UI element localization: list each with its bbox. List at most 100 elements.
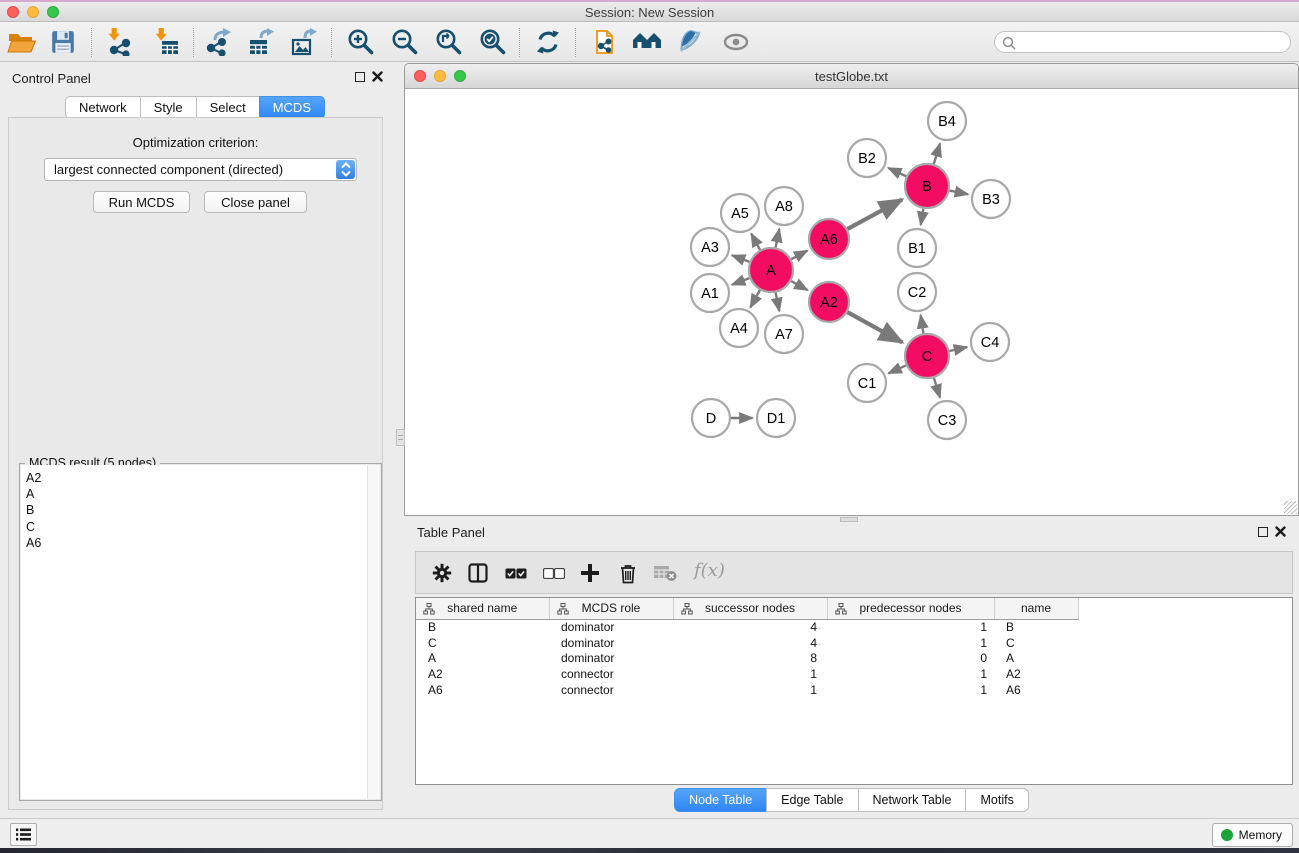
show-hide-graphics-details-button[interactable] <box>672 24 708 60</box>
graph-edge-B-B2[interactable] <box>888 168 906 176</box>
result-list-item[interactable]: A6 <box>21 535 380 551</box>
hide-selected-button[interactable] <box>718 24 754 60</box>
graph-edge-A-A3[interactable] <box>732 255 750 262</box>
function-builder-button[interactable]: f(x) <box>694 560 725 581</box>
graph-edge-A-A5[interactable] <box>751 234 760 250</box>
graph-edge-A2-C[interactable] <box>847 312 902 342</box>
graph-edge-C-C3[interactable] <box>934 378 940 398</box>
graph-edge-A-A1[interactable] <box>732 278 750 285</box>
network-canvas[interactable]: AA1A2A3A4A5A6A7A8BB1B2B3B4CC1C2C3C4DD1 <box>405 89 1298 515</box>
graph-edge-A-A7[interactable] <box>776 293 780 312</box>
open-session-button[interactable] <box>4 24 40 60</box>
graph-edge-A-A6[interactable] <box>791 251 807 260</box>
table-cell[interactable]: 1 <box>673 666 827 682</box>
save-session-button[interactable] <box>45 24 81 60</box>
column-header-predecessor-nodes[interactable]: predecessor nodes <box>827 598 994 619</box>
export-table-button[interactable] <box>243 24 279 60</box>
close-panel-icon[interactable] <box>372 71 383 82</box>
graph-edge-B-B3[interactable] <box>950 191 969 195</box>
close-panel-button[interactable]: Close panel <box>204 191 307 213</box>
delete-table-button[interactable] <box>649 557 681 589</box>
table-cell[interactable]: 1 <box>827 635 994 651</box>
tab-edge-table[interactable]: Edge Table <box>766 788 858 812</box>
float-panel-icon[interactable] <box>1258 527 1268 537</box>
graph-edge-A-A2[interactable] <box>791 281 807 290</box>
optimization-criterion-select[interactable]: largest connected component (directed) <box>44 158 357 181</box>
new-network-from-selection-button[interactable] <box>588 24 624 60</box>
window-resize-grip[interactable] <box>1284 501 1297 514</box>
graph-node-C[interactable]: C <box>905 334 949 378</box>
table-cell[interactable]: C <box>994 635 1078 651</box>
tab-select[interactable]: Select <box>196 96 260 119</box>
graph-edge-A-A4[interactable] <box>750 290 760 307</box>
tab-network[interactable]: Network <box>65 96 141 119</box>
graph-edge-C-C1[interactable] <box>888 365 906 373</box>
zoom-out-button[interactable] <box>387 24 423 60</box>
mcds-result-list[interactable]: A2ABCA6 <box>21 465 380 799</box>
list-scrollbar[interactable] <box>367 465 380 799</box>
memory-button[interactable]: Memory <box>1212 823 1293 847</box>
create-column-button[interactable] <box>574 557 606 589</box>
table-cell[interactable]: connector <box>549 682 673 698</box>
table-cell[interactable]: A <box>416 650 549 666</box>
tab-mcds[interactable]: MCDS <box>259 96 325 119</box>
graph-node-C3[interactable]: C3 <box>928 401 966 439</box>
graph-node-C4[interactable]: C4 <box>971 323 1009 361</box>
column-header-mcds-role[interactable]: MCDS role <box>549 598 673 619</box>
tab-motifs[interactable]: Motifs <box>965 788 1028 812</box>
float-panel-icon[interactable] <box>355 72 365 82</box>
zoom-selected-button[interactable] <box>475 24 511 60</box>
splitter-handle[interactable] <box>396 429 405 446</box>
graph-node-A2[interactable]: A2 <box>809 282 849 322</box>
graph-node-A5[interactable]: A5 <box>721 194 759 232</box>
table-cell[interactable]: 8 <box>673 650 827 666</box>
table-cell[interactable]: 1 <box>827 682 994 698</box>
graph-node-B2[interactable]: B2 <box>848 139 886 177</box>
graph-node-D1[interactable]: D1 <box>757 399 795 437</box>
result-list-item[interactable]: A2 <box>21 470 380 486</box>
graph-node-C1[interactable]: C1 <box>848 364 886 402</box>
column-header-successor-nodes[interactable]: successor nodes <box>673 598 827 619</box>
apply-layout-button[interactable] <box>530 24 566 60</box>
graph-node-A4[interactable]: A4 <box>720 309 758 347</box>
search-input[interactable] <box>1021 33 1281 51</box>
graph-edge-A-A8[interactable] <box>776 229 780 248</box>
table-cell[interactable]: 4 <box>673 635 827 651</box>
graph-node-A7[interactable]: A7 <box>765 315 803 353</box>
table-cell[interactable]: connector <box>549 666 673 682</box>
zoom-in-button[interactable] <box>343 24 379 60</box>
table-cell[interactable]: B <box>994 619 1078 635</box>
tab-network-table[interactable]: Network Table <box>858 788 967 812</box>
unselect-all-columns-button[interactable] <box>538 557 570 589</box>
table-row[interactable]: Adominator80A <box>416 650 1292 666</box>
node-table[interactable]: shared nameMCDS rolesuccessor nodesprede… <box>415 597 1293 785</box>
table-cell[interactable]: dominator <box>549 650 673 666</box>
graph-node-B[interactable]: B <box>905 164 949 208</box>
column-header-shared-name[interactable]: shared name <box>416 598 549 619</box>
graph-node-C2[interactable]: C2 <box>898 273 936 311</box>
run-mcds-button[interactable]: Run MCDS <box>93 191 190 213</box>
tab-style[interactable]: Style <box>140 96 197 119</box>
graph-edge-C-C4[interactable] <box>949 347 967 351</box>
graph-edge-B-B1[interactable] <box>921 209 924 225</box>
table-row[interactable]: A2connector11A2 <box>416 666 1292 682</box>
table-cell[interactable]: 1 <box>673 682 827 698</box>
table-cell[interactable]: A6 <box>994 682 1078 698</box>
graph-node-B4[interactable]: B4 <box>928 102 966 140</box>
network-window-titlebar[interactable]: testGlobe.txt <box>405 64 1298 89</box>
zoom-fit-button[interactable] <box>431 24 467 60</box>
table-cell[interactable]: A6 <box>416 682 549 698</box>
graph-node-A3[interactable]: A3 <box>691 228 729 266</box>
table-row[interactable]: Bdominator41B <box>416 619 1292 635</box>
task-history-button[interactable] <box>10 823 37 846</box>
graph-edge-A6-B[interactable] <box>847 199 902 229</box>
column-header-name[interactable]: name <box>994 598 1078 619</box>
select-stepper[interactable] <box>336 160 355 179</box>
tab-node-table[interactable]: Node Table <box>674 788 767 812</box>
delete-column-button[interactable] <box>612 557 644 589</box>
import-table-button[interactable] <box>149 24 185 60</box>
result-list-item[interactable]: A <box>21 486 380 502</box>
table-cell[interactable]: 4 <box>673 619 827 635</box>
graph-node-B1[interactable]: B1 <box>898 229 936 267</box>
table-settings-button[interactable] <box>426 557 458 589</box>
